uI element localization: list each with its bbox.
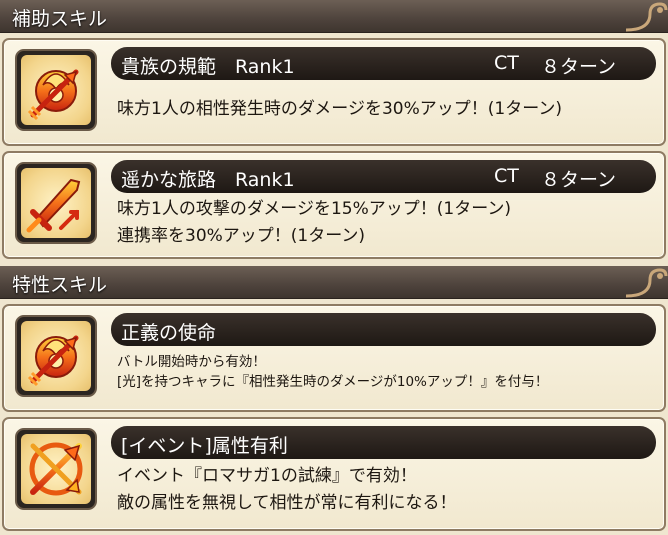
skill-description: イベント『ロマサガ1の試練』で有効！ 敵の属性を無視して相性が常に有利になる！ [117, 463, 658, 517]
ct-value: ８ターン [541, 56, 617, 78]
skill-name: 貴族の規範 Rank1 [121, 56, 295, 78]
skill-description: バトル開始時から有効！ [光]を持つキャラに『相性発生時のダメージが10%アップ… [117, 352, 658, 392]
description-line: 味方1人の相性発生時のダメージを30%アップ！(1ターン) [117, 99, 562, 119]
description-line: バトル開始時から有効！ [117, 354, 266, 370]
description-line: イベント『ロマサガ1の試練』で有効！ [117, 466, 417, 486]
skill-card[interactable]: [イベント]属性有利 イベント『ロマサガ1の試練』で有効！ 敵の属性を無視して相… [2, 417, 666, 531]
description-line: 味方1人の攻撃のダメージを15%アップ！(1ターン) [117, 199, 511, 219]
skill-icon-frame [15, 49, 97, 131]
skill-icon-frame [15, 428, 97, 510]
trait-skill-title: 特性スキル [12, 274, 108, 296]
description-line: 連携率を30%アップ！(1ターン) [117, 226, 366, 246]
ct-label: CT [494, 52, 519, 74]
description-line: [光]を持つキャラに『相性発生時のダメージが10%アップ！』を付与！ [117, 374, 549, 390]
scroll-ornament-icon [625, 268, 668, 298]
support-skill-header: 補助スキル [0, 0, 668, 33]
skill-card[interactable]: 正義の使命 バトル開始時から有効！ [光]を持つキャラに『相性発生時のダメージが… [2, 304, 666, 412]
skill-description: 味方1人の攻撃のダメージを15%アップ！(1ターン) 連携率を30%アップ！(1… [117, 196, 658, 250]
flame-crest-arrow-icon [21, 55, 91, 125]
skill-name: [イベント]属性有利 [121, 435, 288, 457]
skill-card[interactable]: 遥かな旅路 Rank1 CT ８ターン 味方1人の攻撃のダメージを15%アップ！… [2, 151, 666, 259]
skill-card[interactable]: 貴族の規範 Rank1 CT ８ターン 味方1人の相性発生時のダメージを30%ア… [2, 38, 666, 146]
skill-icon-frame [15, 162, 97, 244]
crossed-arrows-icon [21, 434, 91, 504]
skill-name: 正義の使命 [121, 322, 217, 344]
scroll-ornament-icon [625, 2, 668, 32]
skill-name-bar: 貴族の規範 Rank1 CT ８ターン [111, 47, 656, 80]
skill-name: 遥かな旅路 Rank1 [121, 169, 295, 191]
ct-label: CT [494, 165, 519, 187]
skill-name-bar: 遥かな旅路 Rank1 CT ８ターン [111, 160, 656, 193]
flame-crest-arrow-icon [21, 321, 91, 391]
skill-name-bar: 正義の使命 [111, 313, 656, 346]
skill-name-bar: [イベント]属性有利 [111, 426, 656, 459]
skill-description: 味方1人の相性発生時のダメージを30%アップ！(1ターン) [117, 96, 658, 123]
trait-skill-header: 特性スキル [0, 266, 668, 299]
sword-arrow-icon [21, 168, 91, 238]
skill-icon-frame [15, 315, 97, 397]
ct-value: ８ターン [541, 169, 617, 191]
description-line: 敵の属性を無視して相性が常に有利になる！ [117, 493, 457, 513]
support-skill-title: 補助スキル [12, 8, 108, 30]
